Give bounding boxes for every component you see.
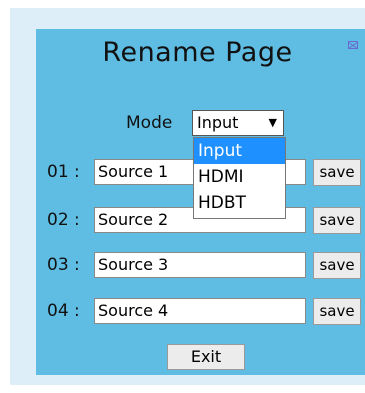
rename-panel: Rename Page Mode Input ▼ 01 : Source 1 s… [36,29,365,375]
row-label-02: 02 : [47,210,80,230]
mode-dropdown-list: Input HDMI HDBT [193,137,286,219]
row-label-03: 03 : [47,255,80,275]
save-button-04[interactable]: save [313,298,361,325]
source-3-field[interactable]: Source 3 [94,252,306,278]
page-title: Rename Page [102,37,293,68]
save-button-02[interactable]: save [313,207,361,234]
dropdown-arrow-icon: ▼ [268,116,277,129]
mode-select[interactable]: Input ▼ [192,110,284,136]
save-button-01[interactable]: save [313,159,361,186]
mode-selected-value: Input [197,113,239,132]
mode-option-hdmi[interactable]: HDMI [194,164,285,190]
close-icon[interactable] [348,41,358,49]
row-label-01: 01 : [47,162,80,182]
mode-option-hdbt[interactable]: HDBT [194,190,285,216]
mode-option-input[interactable]: Input [194,138,285,164]
source-4-field[interactable]: Source 4 [94,298,306,324]
mode-label: Mode [126,113,173,133]
page-frame: Rename Page Mode Input ▼ 01 : Source 1 s… [10,8,365,385]
row-label-04: 04 : [47,301,80,321]
exit-button[interactable]: Exit [167,344,245,370]
save-button-03[interactable]: save [313,252,361,279]
